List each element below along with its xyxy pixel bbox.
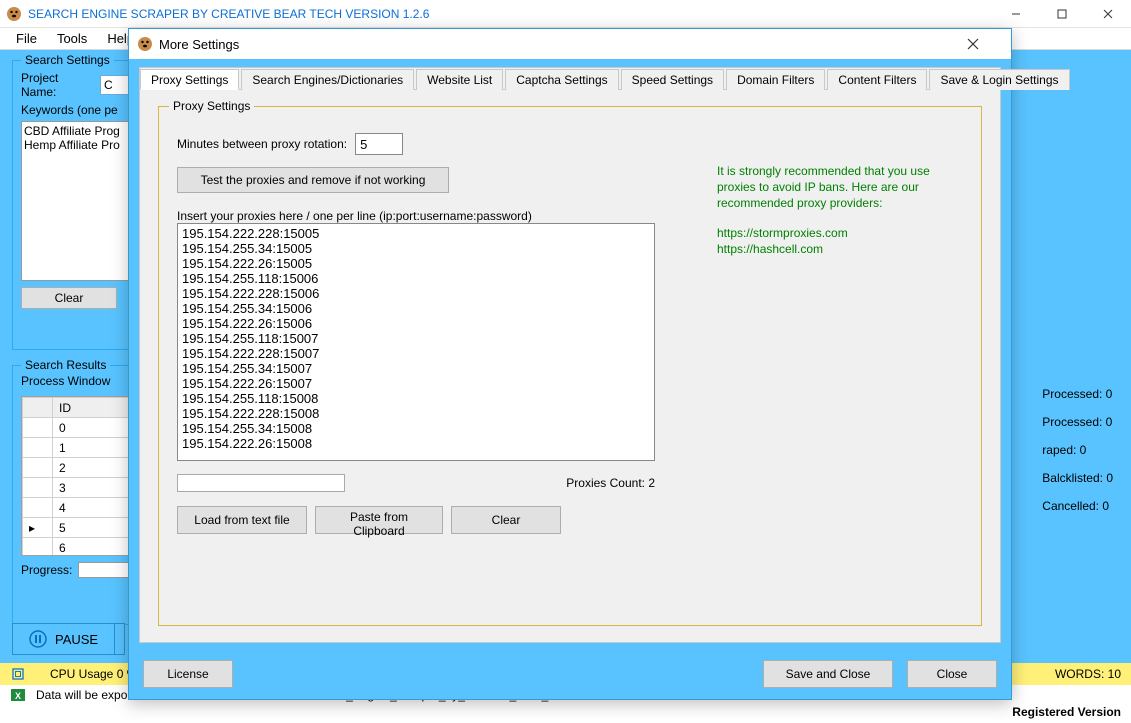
pause-label: PAUSE bbox=[55, 632, 98, 647]
tab-search-engines[interactable]: Search Engines/Dictionaries bbox=[241, 69, 414, 90]
hint-text: It is strongly recommended that you use … bbox=[717, 163, 957, 211]
maximize-button[interactable] bbox=[1039, 0, 1085, 28]
main-titlebar: SEARCH ENGINE SCRAPER BY CREATIVE BEAR T… bbox=[0, 0, 1131, 28]
search-results-legend: Search Results bbox=[21, 358, 110, 372]
pause-button[interactable]: PAUSE bbox=[12, 623, 115, 655]
close-button[interactable] bbox=[1085, 0, 1131, 28]
stat-processed1: Processed: 0 bbox=[1042, 380, 1113, 408]
minimize-button[interactable] bbox=[993, 0, 1039, 28]
dialog-icon bbox=[137, 36, 153, 52]
tab-captcha-settings[interactable]: Captcha Settings bbox=[505, 69, 618, 90]
menu-tools[interactable]: Tools bbox=[47, 29, 97, 48]
clear-proxies-button[interactable]: Clear bbox=[451, 506, 561, 534]
dialog-close-button[interactable] bbox=[967, 38, 1003, 50]
license-button[interactable]: License bbox=[143, 660, 233, 688]
stats-sidebar: Processed: 0 Processed: 0 raped: 0 Balck… bbox=[1042, 380, 1113, 520]
proxy-settings-group: Proxy Settings Minutes between proxy rot… bbox=[158, 106, 982, 626]
paste-from-clipboard-button[interactable]: Paste from Clipboard bbox=[315, 506, 443, 534]
proxy-progress-bar bbox=[177, 474, 345, 492]
test-proxies-button[interactable]: Test the proxies and remove if not worki… bbox=[177, 167, 449, 193]
tabs: Proxy Settings Search Engines/Dictionari… bbox=[140, 68, 1000, 90]
dialog-titlebar: More Settings bbox=[129, 29, 1011, 59]
svg-text:X: X bbox=[15, 691, 21, 701]
proxies-textarea[interactable] bbox=[177, 223, 655, 461]
stat-processed2: Processed: 0 bbox=[1042, 408, 1113, 436]
stat-cancelled: Cancelled: 0 bbox=[1042, 492, 1113, 520]
dialog-title: More Settings bbox=[159, 37, 239, 52]
proxy-settings-legend: Proxy Settings bbox=[169, 99, 254, 113]
save-and-close-button[interactable]: Save and Close bbox=[763, 660, 893, 688]
project-name-label: Project Name: bbox=[21, 71, 96, 99]
cpu-icon bbox=[10, 666, 26, 682]
keywords-count: WORDS: 10 bbox=[1055, 667, 1121, 681]
tab-speed-settings[interactable]: Speed Settings bbox=[621, 69, 724, 90]
tab-content-filters[interactable]: Content Filters bbox=[827, 69, 927, 90]
proxies-count: Proxies Count: 2 bbox=[566, 476, 655, 490]
close-dialog-button[interactable]: Close bbox=[907, 660, 997, 688]
excel-icon: X bbox=[10, 687, 26, 703]
app-icon bbox=[6, 6, 22, 22]
load-from-file-button[interactable]: Load from text file bbox=[177, 506, 307, 534]
tab-website-list[interactable]: Website List bbox=[416, 69, 503, 90]
more-settings-dialog: More Settings Proxy Settings Search Engi… bbox=[128, 28, 1012, 700]
hint-link-1[interactable]: https://stormproxies.com bbox=[717, 225, 957, 241]
pause-icon bbox=[29, 630, 47, 648]
tab-domain-filters[interactable]: Domain Filters bbox=[726, 69, 825, 90]
rotation-label: Minutes between proxy rotation: bbox=[177, 137, 347, 151]
stat-blacklisted: Balcklisted: 0 bbox=[1042, 464, 1113, 492]
stat-scraped: raped: 0 bbox=[1042, 436, 1113, 464]
registered-label: Registered Version bbox=[1012, 705, 1121, 719]
progress-label: Progress: bbox=[21, 563, 72, 577]
proxy-hint: It is strongly recommended that you use … bbox=[717, 163, 957, 257]
tab-proxy-settings[interactable]: Proxy Settings bbox=[140, 69, 239, 90]
rotation-input[interactable] bbox=[355, 133, 403, 155]
menu-file[interactable]: File bbox=[6, 29, 47, 48]
hint-link-2[interactable]: https://hashcell.com bbox=[717, 241, 957, 257]
search-settings-legend: Search Settings bbox=[21, 53, 114, 67]
keywords-label: Keywords (one pe bbox=[21, 103, 118, 117]
cpu-usage: CPU Usage 0 % bbox=[50, 667, 137, 681]
tab-save-login[interactable]: Save & Login Settings bbox=[929, 69, 1069, 90]
clear-keywords-button[interactable]: Clear bbox=[21, 287, 117, 309]
main-title: SEARCH ENGINE SCRAPER BY CREATIVE BEAR T… bbox=[28, 7, 429, 21]
